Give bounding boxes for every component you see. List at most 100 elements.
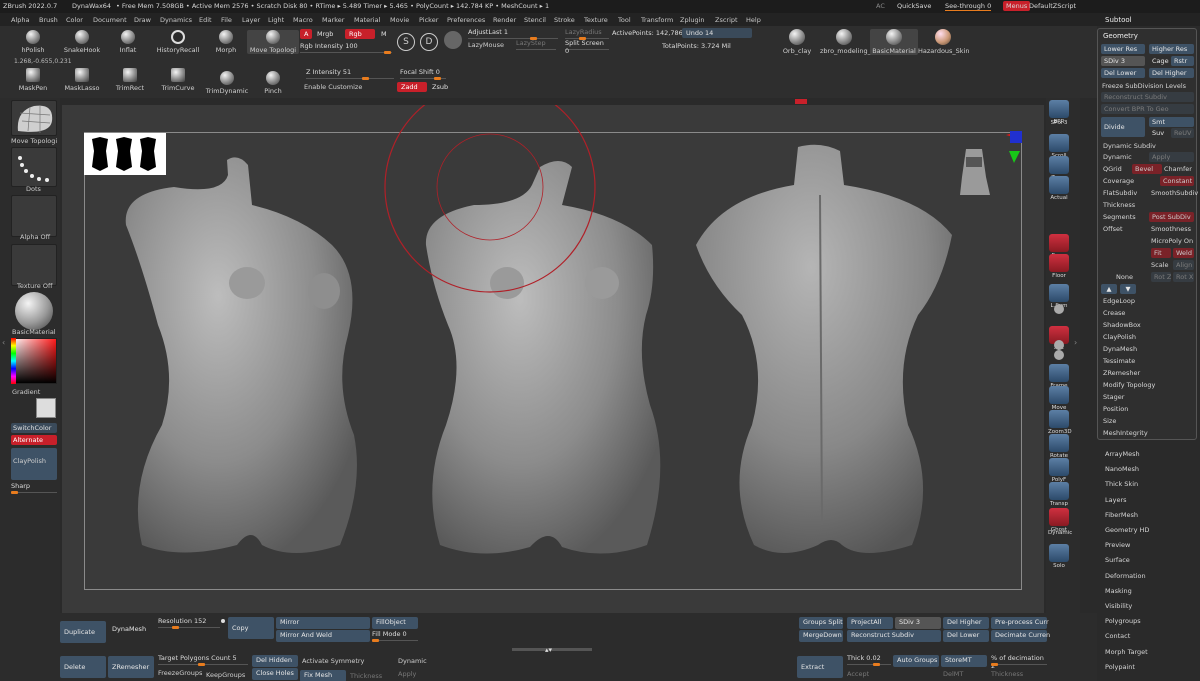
shelf-dynamic-button[interactable]: Dynamic bbox=[1048, 530, 1072, 536]
menu-material[interactable]: Material bbox=[354, 16, 380, 24]
palette-fibermesh[interactable]: FiberMesh bbox=[1105, 511, 1138, 519]
subpalette-tessimate[interactable]: Tessimate bbox=[1103, 357, 1135, 365]
collapse-right-arrow-icon[interactable]: › bbox=[1074, 338, 1077, 347]
color-picker[interactable] bbox=[11, 338, 57, 384]
dynamic-button[interactable]: Dynamic bbox=[398, 657, 427, 665]
offset-slider[interactable]: Offset bbox=[1103, 225, 1123, 233]
fit-button[interactable]: Fit bbox=[1151, 248, 1171, 258]
thickness-slider[interactable]: Thickness bbox=[350, 672, 382, 680]
dynamic-subdiv-header[interactable]: Dynamic Subdiv bbox=[1103, 142, 1156, 150]
subpalette-meshintegrity[interactable]: MeshIntegrity bbox=[1103, 429, 1148, 437]
palette-visibility[interactable]: Visibility bbox=[1105, 602, 1132, 610]
segments-slider[interactable]: Segments bbox=[1103, 213, 1136, 221]
hue-strip[interactable] bbox=[11, 338, 16, 384]
palette-masking[interactable]: Masking bbox=[1105, 587, 1132, 595]
claypolish-button[interactable]: ClayPolish bbox=[11, 448, 57, 480]
texture-thumbnail[interactable] bbox=[11, 244, 57, 286]
apply-button[interactable]: Apply bbox=[398, 670, 416, 678]
brush-historyrecall[interactable]: HistoryRecall bbox=[152, 30, 204, 54]
menu-stencil[interactable]: Stencil bbox=[524, 16, 546, 24]
subpalette-shadowbox[interactable]: ShadowBox bbox=[1103, 321, 1141, 329]
scale-slider[interactable]: Scale bbox=[1151, 261, 1169, 269]
rot-x-button[interactable]: Rot X bbox=[1173, 272, 1194, 282]
brush-maskpen[interactable]: MaskPen bbox=[14, 68, 52, 92]
groups-split-button[interactable]: Groups Split bbox=[799, 617, 843, 629]
palette-deformation[interactable]: Deformation bbox=[1105, 572, 1146, 580]
brush-trimdynamic[interactable]: TrimDynamic bbox=[204, 71, 250, 95]
shelf-move-button[interactable]: Move bbox=[1048, 386, 1070, 411]
material-orb-clay[interactable]: Orb_clay bbox=[780, 29, 814, 55]
shelf-solo-button[interactable]: Solo bbox=[1048, 544, 1070, 569]
menu-marker[interactable]: Marker bbox=[322, 16, 344, 24]
menu-alpha[interactable]: Alpha bbox=[11, 16, 29, 24]
focal-shift-slider[interactable]: Focal Shift 0 bbox=[400, 68, 446, 80]
subtool-tab[interactable]: Subtool bbox=[1100, 13, 1200, 26]
auto-groups-button[interactable]: Auto Groups bbox=[893, 655, 939, 667]
split-screen-slider[interactable]: Split Screen 0 bbox=[565, 39, 609, 55]
shelf-icon-8-button[interactable] bbox=[1048, 304, 1070, 315]
quicksave-button[interactable]: QuickSave bbox=[897, 2, 931, 10]
divide-button[interactable]: Divide bbox=[1101, 117, 1145, 137]
post-subdiv-button[interactable]: Post SubDiv bbox=[1149, 212, 1194, 222]
qgrid-slider[interactable]: QGrid bbox=[1103, 165, 1122, 173]
micropoly-button[interactable]: MicroPoly On bbox=[1151, 237, 1193, 245]
menu-brush[interactable]: Brush bbox=[39, 16, 58, 24]
shelf-transp-button[interactable]: Transp bbox=[1048, 482, 1070, 507]
subpalette-size[interactable]: Size bbox=[1103, 417, 1116, 425]
m-button[interactable]: M bbox=[377, 29, 391, 39]
keepgroups-button[interactable]: KeepGroups bbox=[206, 671, 245, 679]
reuv-button[interactable]: ReUV bbox=[1171, 128, 1194, 138]
menu-transform[interactable]: Transform bbox=[641, 16, 673, 24]
delmt-button[interactable]: DelMT bbox=[943, 670, 963, 678]
a-button[interactable]: A bbox=[300, 29, 313, 39]
bevel-button[interactable]: Bevel bbox=[1132, 164, 1162, 174]
palette-polygroups[interactable]: Polygroups bbox=[1105, 617, 1141, 625]
expand-arrows-icon[interactable]: ▴▾ bbox=[545, 646, 552, 654]
arrow-down-icon[interactable]: ▼ bbox=[1120, 284, 1136, 294]
rgb-button[interactable]: Rgb bbox=[345, 29, 375, 39]
freezegroups-button[interactable]: FreezeGroups bbox=[158, 669, 202, 677]
target-polygons-slider[interactable]: Target Polygons Count 5 bbox=[158, 654, 248, 666]
alternate-button[interactable]: Alternate bbox=[11, 435, 57, 445]
decimate-current-button[interactable]: Decimate Curren bbox=[991, 630, 1050, 642]
cage-button[interactable]: Cage bbox=[1149, 56, 1169, 66]
mergedown-button[interactable]: MergeDown bbox=[799, 630, 843, 642]
menu-macro[interactable]: Macro bbox=[293, 16, 313, 24]
material-hazardous-skin[interactable]: Hazardous_Skin bbox=[918, 29, 970, 55]
suv-button[interactable]: Suv bbox=[1149, 128, 1169, 138]
undo-button[interactable]: Undo 14 bbox=[682, 28, 752, 38]
menu-file[interactable]: File bbox=[221, 16, 232, 24]
menu-document[interactable]: Document bbox=[93, 16, 127, 24]
subpalette-claypolish[interactable]: ClayPolish bbox=[1103, 333, 1136, 341]
sdiv-slider[interactable]: SDiv 3 bbox=[895, 617, 941, 629]
palette-preview[interactable]: Preview bbox=[1105, 541, 1130, 549]
lower-res-button[interactable]: Lower Res bbox=[1101, 44, 1145, 54]
thickness-slider[interactable]: Thickness bbox=[1103, 201, 1135, 209]
subpalette-zremesher[interactable]: ZRemesher bbox=[1103, 369, 1140, 377]
geometry-header[interactable]: Geometry bbox=[1103, 32, 1138, 40]
thickness-slider-2[interactable]: Thickness bbox=[991, 670, 1023, 678]
menu-preferences[interactable]: Preferences bbox=[447, 16, 485, 24]
material-zbro-modeling[interactable]: zbro_modeling_ bbox=[820, 29, 871, 55]
subpalette-dynamesh[interactable]: DynaMesh bbox=[1103, 345, 1137, 353]
material-icon[interactable] bbox=[444, 31, 462, 49]
lazy-radius-slider[interactable]: LazyRadius bbox=[565, 28, 609, 40]
menu-stroke[interactable]: Stroke bbox=[554, 16, 575, 24]
palette-arraymesh[interactable]: ArrayMesh bbox=[1105, 450, 1140, 458]
del-higher-button[interactable]: Del Higher bbox=[943, 617, 989, 629]
palette-polypaint[interactable]: Polypaint bbox=[1105, 663, 1135, 671]
brush-inflat[interactable]: Inflat bbox=[110, 30, 146, 54]
copy-button[interactable]: Copy bbox=[228, 617, 274, 639]
delete-button[interactable]: Delete bbox=[60, 656, 106, 678]
enable-customize-button[interactable]: Enable Customize bbox=[304, 83, 362, 91]
palette-geometry-hd[interactable]: Geometry HD bbox=[1105, 526, 1149, 534]
apply-button[interactable]: Apply bbox=[1149, 152, 1194, 162]
constant-button[interactable]: Constant bbox=[1160, 176, 1194, 186]
zremesher-button[interactable]: ZRemesher bbox=[108, 656, 154, 678]
menu-zscript[interactable]: Zscript bbox=[715, 16, 738, 24]
pct-decimation-slider[interactable]: % of decimation 2 bbox=[991, 654, 1047, 670]
higher-res-button[interactable]: Higher Res bbox=[1149, 44, 1194, 54]
smt-button[interactable]: Smt bbox=[1149, 117, 1194, 127]
chamfer-button[interactable]: Chamfer bbox=[1164, 165, 1192, 173]
subpalette-position[interactable]: Position bbox=[1103, 405, 1128, 413]
